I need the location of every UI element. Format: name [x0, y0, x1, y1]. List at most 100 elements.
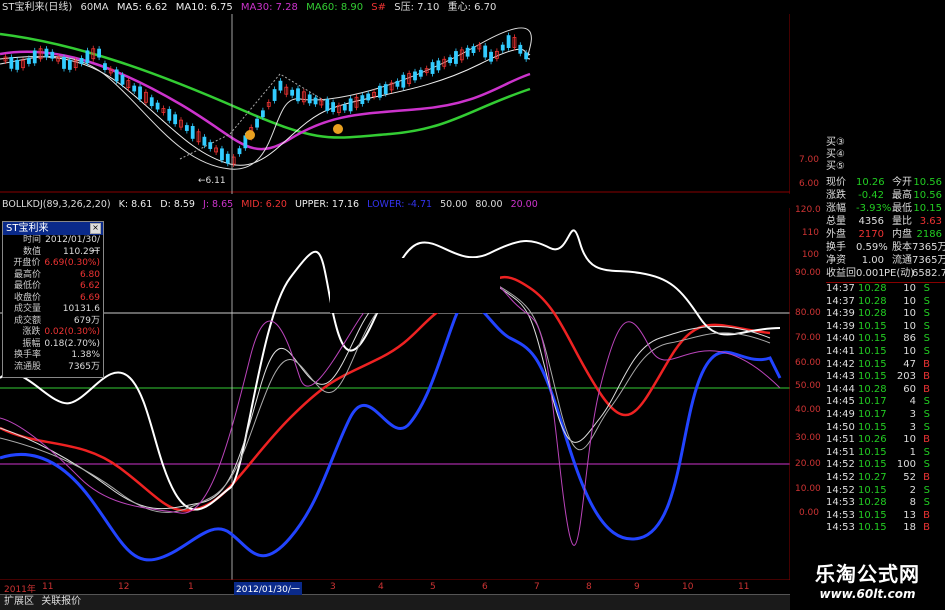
trade-time: 14:53	[826, 497, 855, 509]
quote-value: 7365万	[912, 242, 945, 253]
date-axis-label: 8	[586, 582, 592, 592]
ma-label: 60MA	[80, 2, 109, 13]
quote-row: 外盘 2170 内盘 2186	[826, 228, 945, 241]
trade-time: 14:51	[826, 434, 855, 446]
trade-price: 10.28	[858, 283, 887, 294]
trade-volume: 8	[909, 497, 916, 509]
quote-label: 总量	[826, 216, 846, 227]
info-row-label: 成交量	[13, 304, 41, 314]
trade-side: S	[923, 408, 930, 420]
quote-value: -0.42	[858, 190, 884, 201]
info-row-label: 振幅	[22, 338, 41, 349]
trade-side: S	[923, 283, 930, 294]
trade-side: B	[923, 522, 930, 534]
candle-body	[430, 62, 435, 74]
watermark-url: www.60lt.com	[819, 587, 916, 601]
order-book-row: 买⑤	[826, 161, 845, 172]
date-axis-label: 6	[482, 582, 488, 592]
bottom-bar: 扩展区 关联报价	[0, 594, 790, 610]
candle-body	[401, 74, 406, 88]
info-row-value: 10131.6	[62, 304, 100, 314]
info-row-value: 6.62	[79, 281, 100, 291]
trade-price: 10.15	[858, 484, 887, 496]
trade-price: 10.26	[858, 434, 887, 446]
candle-body	[290, 89, 295, 96]
candle-body	[307, 94, 312, 104]
stock-name[interactable]: ST宝利来(日线)	[2, 2, 72, 13]
info-row: 收盘价 6.69	[3, 293, 103, 305]
candle-body	[278, 80, 283, 91]
candle-body	[220, 148, 224, 161]
candle-body	[296, 88, 300, 102]
date-axis-label: 12	[118, 582, 130, 592]
candle-body	[489, 51, 493, 62]
trade-row: 14:51 10.15 1 S	[826, 447, 945, 460]
indicator-axis-label: 80.00	[795, 308, 821, 318]
trade-row: 14:43 10.15 203 B	[826, 371, 945, 384]
data-info-window[interactable]: ST宝利来 × 时间 2012/01/30/一 数值 110.29T 开盘价 6.69(0…	[2, 221, 104, 378]
tab-related-quote[interactable]: 关联报价	[41, 596, 81, 607]
trade-row: 14:49 10.17 3 S	[826, 409, 945, 422]
candle-body	[132, 85, 137, 92]
candle-body	[366, 93, 371, 101]
signal-label: S#	[371, 2, 387, 13]
trade-time: 14:52	[826, 484, 855, 496]
quote-label: 内盘	[892, 229, 912, 240]
info-row-label: 最低价	[13, 281, 41, 291]
trade-side: S	[923, 484, 930, 496]
trade-side: S	[923, 320, 930, 332]
info-row-label: 最高价	[13, 269, 41, 280]
indicator-axis-label: 0.00	[798, 508, 819, 518]
trade-volume: 100	[896, 459, 916, 471]
candle-body	[50, 51, 55, 59]
trade-side: S	[923, 421, 930, 433]
info-row: 最高价 6.80	[3, 270, 103, 282]
info-row-label: 换手率	[13, 350, 41, 360]
candle-body	[149, 97, 154, 107]
candle-body	[413, 71, 417, 81]
price-chart[interactable]	[0, 14, 790, 194]
candle-body	[97, 48, 101, 58]
close-icon[interactable]: ×	[90, 223, 101, 234]
ma60-value: MA60: 8.90	[306, 2, 364, 13]
trade-volume: 60	[903, 383, 916, 395]
quote-row: 涨幅 -3.93% 最低 10.15	[826, 202, 945, 215]
trade-price: 10.15	[858, 446, 887, 458]
watermark-title: 乐淘公式网	[815, 562, 920, 586]
trade-volume: 10	[903, 283, 916, 294]
candle-body	[313, 97, 318, 105]
candle-body	[518, 44, 523, 54]
gravity-value: 重心: 6.70	[447, 2, 497, 13]
info-row: 最低价 6.62	[3, 281, 103, 293]
candle-body	[454, 51, 458, 64]
trade-row: 14:51 10.26 10 B	[826, 434, 945, 447]
quote-label: PE(动)	[884, 268, 915, 279]
quote-label: 股本	[892, 242, 912, 253]
trade-time: 14:40	[826, 333, 855, 345]
info-row: 流通股 7365万	[3, 362, 103, 374]
trade-price: 10.15	[858, 459, 887, 471]
quote-row: 收益回 0.001 PE(动) 6582.7	[826, 267, 945, 280]
trade-volume: 86	[903, 333, 916, 345]
candle-body	[173, 114, 178, 125]
info-row: 成交量 10131.6	[3, 304, 103, 316]
candle-body	[395, 80, 400, 87]
info-row-label: 时间	[22, 235, 41, 245]
buy-signal-marker	[333, 124, 343, 134]
candle-body	[383, 84, 388, 94]
trade-time: 14:53	[826, 522, 855, 534]
indicator-axis-label: 10.00	[795, 484, 821, 494]
candle-body	[9, 56, 14, 69]
info-window-title[interactable]: ST宝利来 ×	[3, 222, 103, 235]
price-chart-header: ST宝利来(日线) 60MA MA5: 6.62 MA10: 6.75 MA30…	[2, 2, 501, 14]
quote-label: 涨幅	[826, 203, 846, 214]
ma10-value: MA10: 6.75	[175, 2, 233, 13]
trade-price: 10.28	[858, 308, 887, 320]
candle-body	[255, 118, 259, 128]
quote-label: 最高	[892, 190, 912, 201]
date-axis-label: 11	[42, 582, 54, 592]
tab-extension[interactable]: 扩展区	[4, 596, 34, 607]
trade-time: 14:45	[826, 396, 855, 408]
quote-label: 现价	[826, 177, 846, 188]
indicator-axis-label: 30.00	[795, 433, 821, 443]
